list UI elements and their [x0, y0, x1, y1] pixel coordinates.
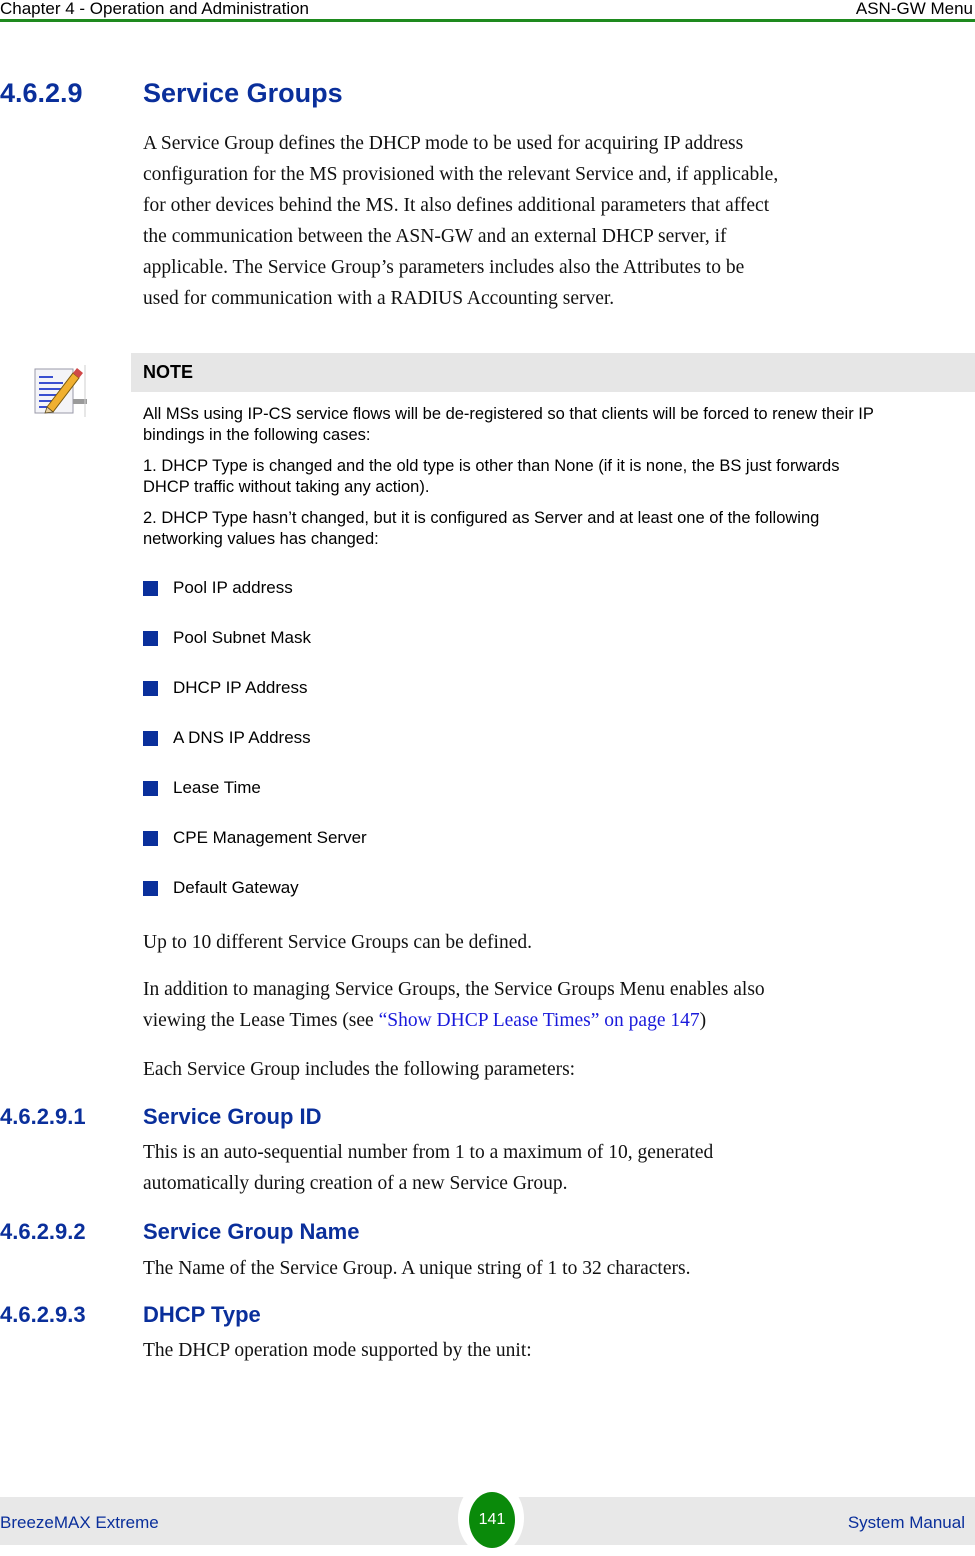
- bullet-square-icon: [143, 831, 158, 846]
- body-line: The DHCP operation mode supported by the…: [143, 1340, 532, 1361]
- lease-line-2: viewing the Lease Times (see “Show DHCP …: [143, 1005, 969, 1036]
- subsection-body-1: This is an auto-sequential number from 1…: [143, 1137, 969, 1199]
- lease-line-2-suffix: ): [699, 1010, 707, 1031]
- list-item-text: Lease Time: [173, 778, 261, 797]
- note-pencil-icon: [33, 365, 87, 417]
- subsection-number: 4.6.2.9.3: [0, 1302, 86, 1327]
- bullet-square-icon: [143, 631, 158, 646]
- list-item: Pool Subnet Mask: [143, 628, 743, 678]
- list-item: Default Gateway: [143, 878, 743, 928]
- footer-doc-title: System Manual: [847, 1513, 965, 1532]
- subsection-title: DHCP Type: [143, 1302, 261, 1327]
- footer-product: BreezeMAX Extreme: [0, 1513, 159, 1532]
- list-item-text: A DNS IP Address: [173, 728, 311, 747]
- subsection-title: Service Group ID: [143, 1104, 322, 1129]
- note-line: DHCP traffic without taking any action).: [143, 478, 430, 496]
- chapter-title: Chapter 4 - Operation and Administration: [0, 0, 310, 18]
- subsection-number: 4.6.2.9.1: [0, 1104, 86, 1129]
- lease-paragraph: In addition to managing Service Groups, …: [143, 974, 969, 1036]
- bullet-square-icon: [143, 881, 158, 896]
- note-line: All MSs using IP-CS service flows will b…: [143, 405, 874, 423]
- section-name: ASN-GW Menu: [855, 0, 973, 18]
- list-item: Pool IP address: [143, 578, 743, 628]
- list-item-text: DHCP IP Address: [173, 678, 308, 697]
- header-divider: [0, 19, 975, 22]
- page-number-badge: 141: [469, 1492, 515, 1548]
- note-paragraph-2: 1. DHCP Type is changed and the old type…: [143, 456, 969, 498]
- list-item: CPE Management Server: [143, 828, 743, 878]
- intro-line: A Service Group defines the DHCP mode to…: [143, 133, 744, 154]
- bullet-square-icon: [143, 581, 158, 596]
- subsection-body-3: The DHCP operation mode supported by the…: [143, 1335, 969, 1366]
- note-label: NOTE: [143, 362, 194, 382]
- note-header-bar: NOTE: [131, 353, 975, 392]
- list-item-text: Pool IP address: [173, 578, 293, 597]
- intro-line: for other devices behind the MS. It also…: [143, 195, 770, 216]
- list-item: A DNS IP Address: [143, 728, 743, 778]
- bullet-square-icon: [143, 731, 158, 746]
- lease-line-2-prefix: viewing the Lease Times (see: [143, 1010, 379, 1031]
- body-line: This is an auto-sequential number from 1…: [143, 1142, 714, 1163]
- intro-line: the communication between the ASN-GW and…: [143, 226, 727, 247]
- intro-line: applicable. The Service Group’s paramete…: [143, 257, 745, 278]
- note-paragraph-1: All MSs using IP-CS service flows will b…: [143, 404, 969, 446]
- note-line: 1. DHCP Type is changed and the old type…: [143, 457, 840, 475]
- intro-line: configuration for the MS provisioned wit…: [143, 164, 779, 185]
- note-bullet-list: Pool IP address Pool Subnet Mask DHCP IP…: [143, 578, 743, 928]
- list-item: Lease Time: [143, 778, 743, 828]
- list-item-text: Pool Subnet Mask: [173, 628, 311, 647]
- limit-paragraph: Up to 10 different Service Groups can be…: [143, 932, 532, 953]
- bullet-square-icon: [143, 681, 158, 696]
- subsection-number: 4.6.2.9.2: [0, 1219, 86, 1244]
- note-line: 2. DHCP Type hasn’t changed, but it is c…: [143, 509, 820, 527]
- bullet-square-icon: [143, 781, 158, 796]
- section-number: 4.6.2.9: [0, 78, 83, 108]
- note-paragraph-3: 2. DHCP Type hasn’t changed, but it is c…: [143, 508, 969, 550]
- list-item: DHCP IP Address: [143, 678, 743, 728]
- subsection-title: Service Group Name: [143, 1219, 360, 1244]
- list-item-text: CPE Management Server: [173, 828, 367, 847]
- section-title: Service Groups: [143, 78, 343, 108]
- intro-paragraph: A Service Group defines the DHCP mode to…: [143, 128, 969, 314]
- body-line: The Name of the Service Group. A unique …: [143, 1258, 691, 1279]
- body-line: automatically during creation of a new S…: [143, 1173, 568, 1194]
- lease-line-1: In addition to managing Service Groups, …: [143, 979, 765, 1000]
- note-line: bindings in the following cases:: [143, 426, 371, 444]
- params-paragraph: Each Service Group includes the followin…: [143, 1059, 576, 1080]
- list-item-text: Default Gateway: [173, 878, 299, 897]
- subsection-body-2: The Name of the Service Group. A unique …: [143, 1253, 969, 1284]
- cross-reference-link[interactable]: “Show DHCP Lease Times” on page 147: [379, 1010, 700, 1031]
- note-line: networking values has changed:: [143, 530, 379, 548]
- intro-line: used for communication with a RADIUS Acc…: [143, 288, 615, 309]
